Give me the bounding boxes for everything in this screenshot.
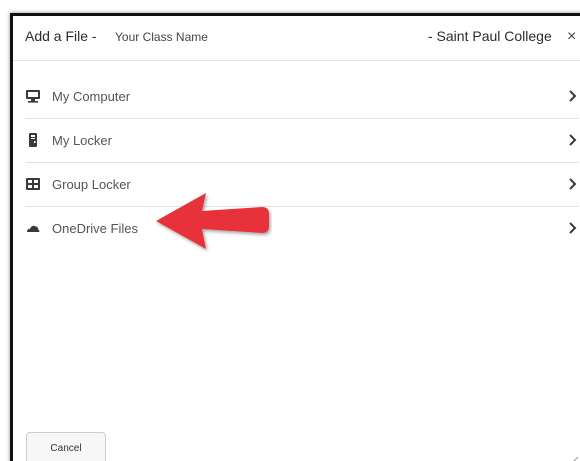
cloud-icon (27, 225, 40, 232)
menu-item-label: OneDrive Files (52, 221, 138, 236)
menu-item-label: My Computer (52, 89, 131, 104)
computer-icon (26, 90, 40, 103)
cancel-button[interactable]: Cancel (26, 432, 106, 461)
dialog-title: Add a File - (25, 28, 97, 44)
menu-item-my-computer[interactable]: My Computer (25, 75, 579, 119)
close-icon[interactable]: × (567, 28, 576, 46)
locker-icon (29, 133, 37, 147)
group-locker-icon (26, 178, 40, 190)
menu-item-my-locker[interactable]: My Locker (25, 119, 579, 163)
add-file-dialog: Add a File - Your Class Name - Saint Pau… (10, 13, 580, 461)
file-source-list: My Computer My Locker Group Locker OneDr… (25, 75, 579, 251)
menu-item-onedrive-files[interactable]: OneDrive Files (25, 207, 579, 251)
college-name: - Saint Paul College (428, 28, 552, 44)
dialog-header: Add a File - Your Class Name - Saint Pau… (13, 16, 580, 61)
red-arrow-icon (156, 193, 269, 249)
chevron-right-icon (569, 134, 577, 146)
menu-item-group-locker[interactable]: Group Locker (25, 163, 579, 207)
menu-item-label: My Locker (52, 133, 112, 148)
chevron-right-icon (569, 90, 577, 102)
resize-handle-icon[interactable] (567, 454, 579, 461)
screen: Add a File - Your Class Name - Saint Pau… (0, 0, 580, 461)
class-name: Your Class Name (115, 30, 208, 44)
chevron-right-icon (569, 178, 577, 190)
chevron-right-icon (569, 222, 577, 234)
menu-item-label: Group Locker (52, 177, 131, 192)
